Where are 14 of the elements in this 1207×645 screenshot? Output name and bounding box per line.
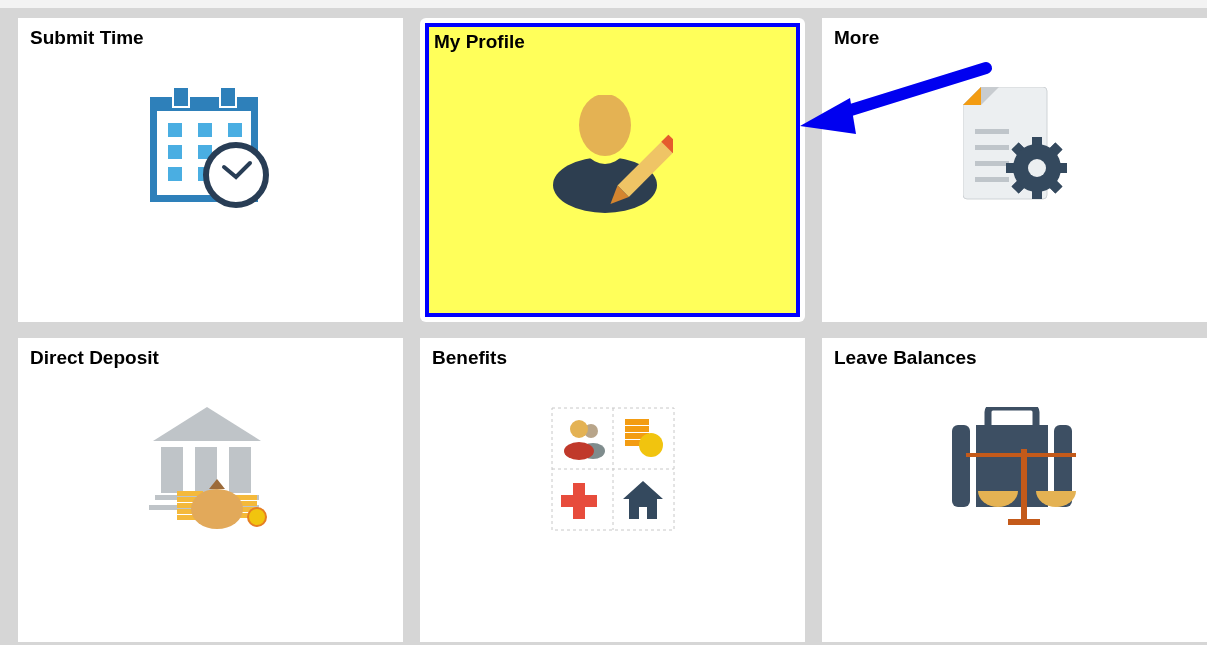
app-tile[interactable]: My Profile: [420, 18, 805, 322]
tile-title: Benefits: [432, 347, 507, 369]
app-tile[interactable]: Direct Deposit: [18, 338, 403, 642]
tile-title: My Profile: [434, 31, 525, 53]
tile-title: More: [834, 27, 880, 49]
benefits-icon: [550, 407, 675, 531]
tile-title: Leave Balances: [834, 347, 977, 369]
app-tile[interactable]: Benefits: [420, 338, 805, 642]
calendar-clock-icon: [149, 87, 272, 211]
app-tile[interactable]: Leave Balances: [822, 338, 1207, 642]
tile-title: Submit Time: [30, 27, 144, 49]
app-tile[interactable]: More: [822, 18, 1207, 322]
tile-title: Direct Deposit: [30, 347, 159, 369]
app-tile[interactable]: Submit Time: [18, 18, 403, 322]
